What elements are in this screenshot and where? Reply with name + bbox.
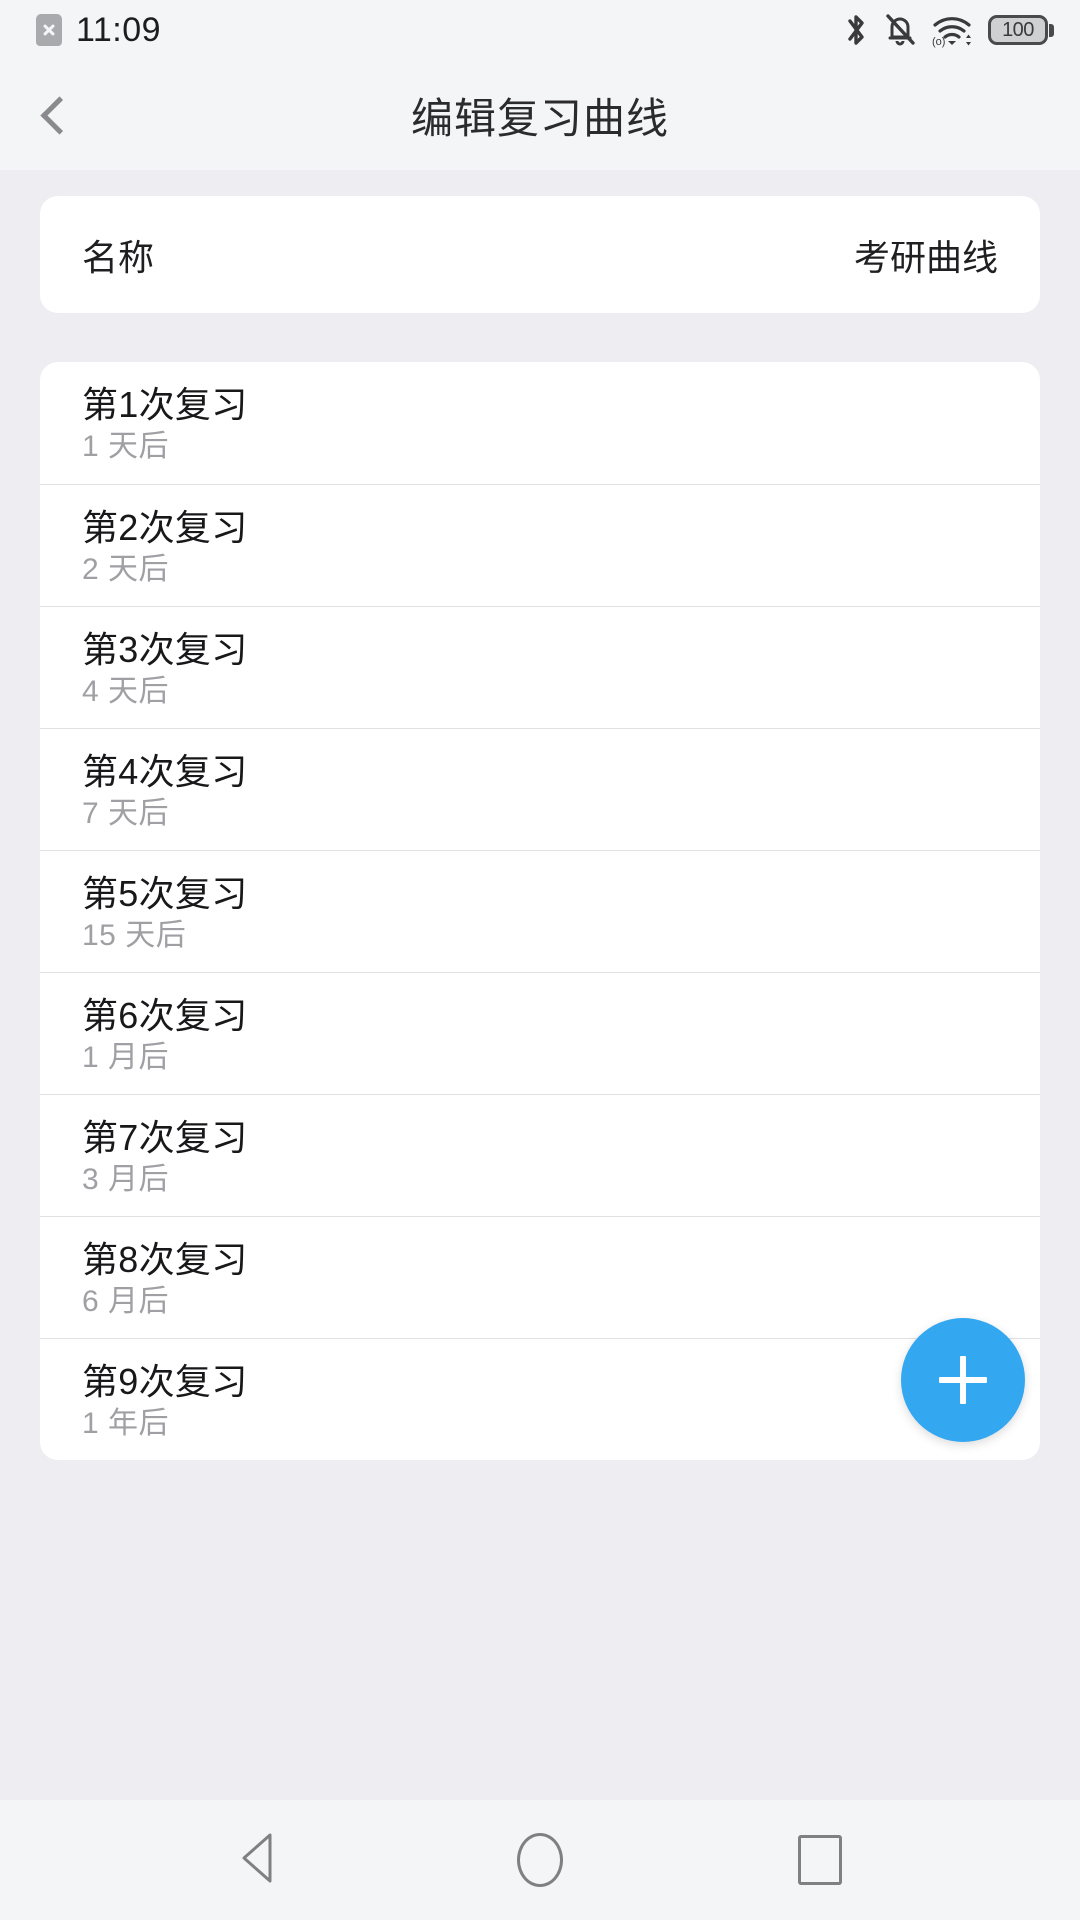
wifi-icon: (o) (931, 12, 973, 48)
status-bar-clock: 11:09 (76, 11, 162, 49)
nav-back-button[interactable] (195, 1805, 325, 1915)
table-row[interactable]: 第7次复习 3 月后 (40, 1094, 1040, 1216)
review-interval: 15 天后 (82, 919, 187, 953)
notifications-off-icon (884, 12, 916, 48)
battery-level-label: 100 (1002, 19, 1034, 41)
table-row[interactable]: 第5次复习 15 天后 (40, 850, 1040, 972)
page-content: 名称 考研曲线 第1次复习 1 天后 第2次复习 2 天后 第3次复习 4 天后… (0, 170, 1080, 1800)
table-row[interactable]: 第9次复习 1 年后 (40, 1338, 1040, 1460)
back-chevron-icon (40, 95, 79, 135)
app-header: 编辑复习曲线 (0, 60, 1080, 170)
name-label: 名称 (82, 236, 155, 278)
nav-recents-icon (798, 1835, 842, 1885)
table-row[interactable]: 第2次复习 2 天后 (40, 484, 1040, 606)
review-interval: 4 天后 (82, 675, 170, 709)
status-bar: 11:09 (o) 100 (0, 0, 1080, 60)
review-title: 第7次复习 (82, 1117, 248, 1158)
review-title: 第5次复习 (82, 873, 248, 914)
table-row[interactable]: 第3次复习 4 天后 (40, 606, 1040, 728)
nav-recents-button[interactable] (755, 1805, 885, 1915)
review-title: 第8次复习 (82, 1239, 248, 1280)
review-interval: 7 天后 (82, 797, 170, 831)
name-value[interactable]: 考研曲线 (854, 229, 998, 281)
bluetooth-icon (843, 12, 869, 48)
table-row[interactable]: 第6次复习 1 月后 (40, 972, 1040, 1094)
nav-home-icon (517, 1833, 563, 1887)
sim-card-off-icon (36, 14, 62, 46)
table-row[interactable]: 第8次复习 6 月后 (40, 1216, 1040, 1338)
svg-text:(o): (o) (932, 36, 945, 48)
review-interval: 1 天后 (82, 430, 170, 464)
review-interval: 2 天后 (82, 553, 170, 587)
nav-home-button[interactable] (475, 1805, 605, 1915)
review-interval: 3 月后 (82, 1163, 170, 1197)
plus-icon (939, 1356, 987, 1404)
back-button[interactable] (14, 73, 98, 157)
system-navigation-bar (0, 1800, 1080, 1920)
add-review-button[interactable] (901, 1318, 1025, 1442)
table-row[interactable]: 第1次复习 1 天后 (40, 362, 1040, 484)
battery-icon: 100 (988, 15, 1054, 45)
review-title: 第1次复习 (82, 384, 248, 425)
page-title: 编辑复习曲线 (410, 94, 669, 142)
nav-back-icon (232, 1829, 288, 1892)
review-title: 第2次复习 (82, 507, 248, 548)
review-list-card: 第1次复习 1 天后 第2次复习 2 天后 第3次复习 4 天后 第4次复习 7… (40, 362, 1040, 1460)
status-bar-left: 11:09 (36, 13, 161, 47)
review-title: 第4次复习 (82, 751, 248, 792)
review-interval: 1 年后 (82, 1407, 170, 1441)
status-bar-right: (o) 100 (843, 12, 1054, 48)
review-title: 第6次复习 (82, 995, 248, 1036)
review-interval: 6 月后 (82, 1285, 170, 1319)
review-interval: 1 月后 (82, 1041, 170, 1075)
review-title: 第9次复习 (82, 1361, 248, 1402)
name-card[interactable]: 名称 考研曲线 (40, 196, 1040, 313)
table-row[interactable]: 第4次复习 7 天后 (40, 728, 1040, 850)
review-title: 第3次复习 (82, 629, 248, 670)
